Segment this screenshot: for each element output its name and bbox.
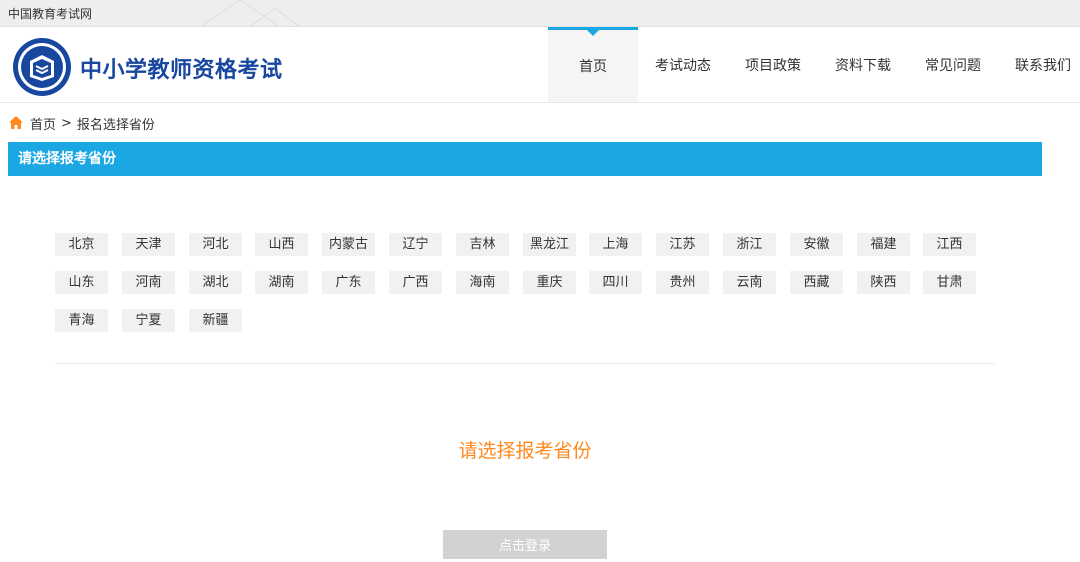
active-caret-icon	[587, 30, 599, 36]
province-button[interactable]: 安徽	[790, 233, 843, 256]
section-title-bar: 请选择报考省份	[8, 142, 1042, 176]
province-button[interactable]: 湖南	[255, 271, 308, 294]
topbar-decoration	[200, 0, 300, 26]
province-button[interactable]: 天津	[122, 233, 175, 256]
login-button[interactable]: 点击登录	[443, 530, 607, 559]
nav-label: 考试动态	[655, 57, 711, 74]
nav-downloads[interactable]: 资料下载	[818, 27, 908, 102]
province-button[interactable]: 贵州	[656, 271, 709, 294]
province-button[interactable]: 海南	[456, 271, 509, 294]
header: 中小学教师资格考试 首页 考试动态 项目政策 资料下载 常见问题 联系我们	[0, 27, 1080, 103]
province-button[interactable]: 广西	[389, 271, 442, 294]
breadcrumb-separator: >	[61, 115, 72, 131]
divider	[55, 363, 995, 364]
province-button[interactable]: 北京	[55, 233, 108, 256]
breadcrumb-current: 报名选择省份	[76, 117, 155, 133]
breadcrumb: 首页 > 报名选择省份	[8, 114, 155, 133]
province-button[interactable]: 吉林	[456, 233, 509, 256]
nav-label: 资料下载	[835, 57, 891, 74]
province-button[interactable]: 辽宁	[389, 233, 442, 256]
province-button[interactable]: 青海	[55, 309, 108, 332]
nav-label: 首页	[579, 59, 607, 75]
province-button[interactable]: 云南	[723, 271, 776, 294]
nav-contact[interactable]: 联系我们	[998, 27, 1080, 102]
nav-faq[interactable]: 常见问题	[908, 27, 998, 102]
province-button[interactable]: 河北	[189, 233, 242, 256]
province-button[interactable]: 内蒙古	[322, 233, 375, 256]
province-button[interactable]: 甘肃	[923, 271, 976, 294]
province-button[interactable]: 四川	[589, 271, 642, 294]
province-button[interactable]: 山西	[255, 233, 308, 256]
province-button[interactable]: 浙江	[723, 233, 776, 256]
province-button[interactable]: 陕西	[857, 271, 910, 294]
province-button[interactable]: 广东	[322, 271, 375, 294]
province-button[interactable]: 福建	[857, 233, 910, 256]
top-bar: 中国教育考试网	[0, 0, 1080, 27]
province-button[interactable]: 上海	[589, 233, 642, 256]
site-title: 中小学教师资格考试	[80, 58, 283, 83]
province-button[interactable]: 西藏	[790, 271, 843, 294]
nav-label: 常见问题	[925, 57, 981, 74]
nav-exam-news[interactable]: 考试动态	[638, 27, 728, 102]
home-icon	[9, 116, 23, 129]
site-link[interactable]: 中国教育考试网	[8, 5, 92, 22]
nav-label: 项目政策	[745, 57, 801, 74]
province-button[interactable]: 湖北	[189, 271, 242, 294]
teacher-cert-logo[interactable]	[12, 37, 72, 97]
province-button[interactable]: 宁夏	[122, 309, 175, 332]
province-button[interactable]: 黑龙江	[523, 233, 576, 256]
nav-policies[interactable]: 项目政策	[728, 27, 818, 102]
province-button[interactable]: 山东	[55, 271, 108, 294]
province-button[interactable]: 重庆	[523, 271, 576, 294]
main-nav: 首页 考试动态 项目政策 资料下载 常见问题 联系我们	[548, 27, 1080, 102]
selection-hint: 请选择报考省份	[458, 440, 592, 462]
nav-label: 联系我们	[1015, 57, 1071, 74]
province-button[interactable]: 江苏	[656, 233, 709, 256]
province-button[interactable]: 河南	[122, 271, 175, 294]
province-button[interactable]: 新疆	[189, 309, 242, 332]
breadcrumb-home[interactable]: 首页	[30, 114, 56, 133]
province-button[interactable]: 江西	[923, 233, 976, 256]
nav-home[interactable]: 首页	[548, 27, 638, 102]
